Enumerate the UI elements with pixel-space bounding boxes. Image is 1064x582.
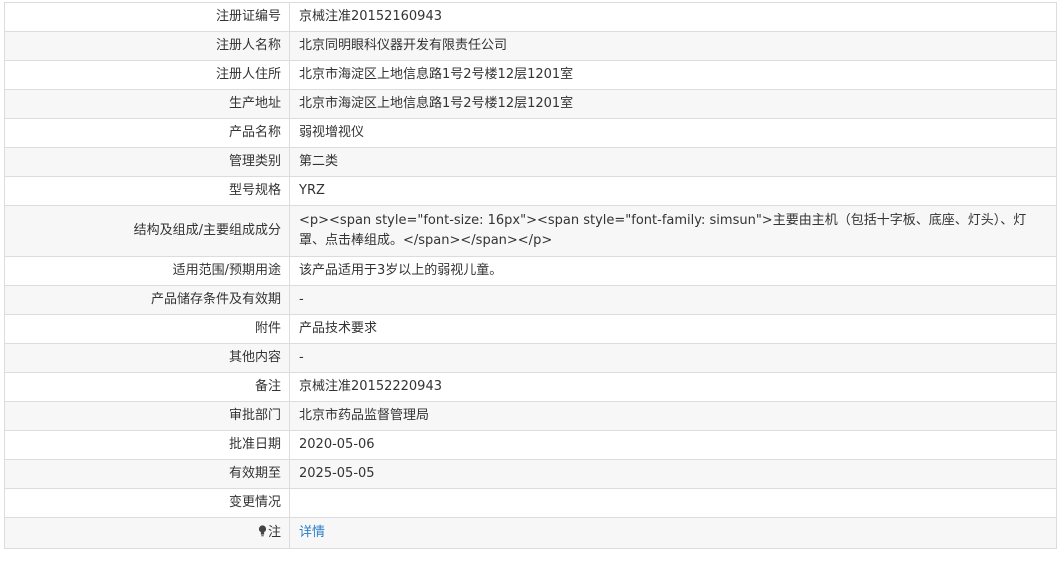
- table-row: 管理类别 第二类: [4, 147, 1057, 177]
- table-row: 批准日期 2020-05-06: [4, 430, 1057, 460]
- row-label-remarks: 备注: [4, 372, 290, 402]
- table-row: 变更情况: [4, 488, 1057, 518]
- table-row: 备注 京械注准20152220943: [4, 372, 1057, 402]
- row-label-note: 注: [4, 517, 290, 549]
- row-label-model-spec: 型号规格: [4, 176, 290, 206]
- table-row: 生产地址 北京市海淀区上地信息路1号2号楼12层1201室: [4, 89, 1057, 119]
- row-value-approval-date: 2020-05-06: [289, 430, 1057, 460]
- row-label-product-name: 产品名称: [4, 118, 290, 148]
- table-row: 注册人住所 北京市海淀区上地信息路1号2号楼12层1201室: [4, 60, 1057, 90]
- row-label-registrant-address: 注册人住所: [4, 60, 290, 90]
- row-label-approval-department: 审批部门: [4, 401, 290, 431]
- table-row: 附件 产品技术要求: [4, 314, 1057, 344]
- table-row: 注册人名称 北京同明眼科仪器开发有限责任公司: [4, 31, 1057, 61]
- row-label-approval-date: 批准日期: [4, 430, 290, 460]
- row-value-model-spec: YRZ: [289, 176, 1057, 206]
- row-value-change-status: [289, 488, 1057, 518]
- lightbulb-icon: [258, 525, 267, 537]
- table-row: 适用范围/预期用途 该产品适用于3岁以上的弱视儿童。: [4, 256, 1057, 286]
- registration-detail-table: 注册证编号 京械注准20152160943 注册人名称 北京同明眼科仪器开发有限…: [4, 2, 1057, 549]
- row-label-valid-until: 有效期至: [4, 459, 290, 489]
- row-label-registration-no: 注册证编号: [4, 2, 290, 32]
- row-value-registrant-address: 北京市海淀区上地信息路1号2号楼12层1201室: [289, 60, 1057, 90]
- row-value-structure-composition: <p><span style="font-size: 16px"><span s…: [289, 205, 1057, 257]
- row-value-other-content: -: [289, 343, 1057, 373]
- table-row: 产品储存条件及有效期 -: [4, 285, 1057, 315]
- row-label-attachment: 附件: [4, 314, 290, 344]
- table-row: 结构及组成/主要组成成分 <p><span style="font-size: …: [4, 205, 1057, 257]
- row-value-attachment: 产品技术要求: [289, 314, 1057, 344]
- row-label-other-content: 其他内容: [4, 343, 290, 373]
- table-row: 有效期至 2025-05-05: [4, 459, 1057, 489]
- table-row: 产品名称 弱视增视仪: [4, 118, 1057, 148]
- table-row: 型号规格 YRZ: [4, 176, 1057, 206]
- row-label-management-category: 管理类别: [4, 147, 290, 177]
- row-label-intended-use: 适用范围/预期用途: [4, 256, 290, 286]
- row-value-storage-validity: -: [289, 285, 1057, 315]
- row-label-structure-composition: 结构及组成/主要组成成分: [4, 205, 290, 257]
- row-label-registrant-name: 注册人名称: [4, 31, 290, 61]
- row-value-remarks: 京械注准20152220943: [289, 372, 1057, 402]
- row-label-change-status: 变更情况: [4, 488, 290, 518]
- table-row: 注册证编号 京械注准20152160943: [4, 2, 1057, 32]
- table-row: 其他内容 -: [4, 343, 1057, 373]
- row-label-storage-validity: 产品储存条件及有效期: [4, 285, 290, 315]
- table-row-note: 注 详情: [4, 517, 1057, 549]
- row-value-registration-no: 京械注准20152160943: [289, 2, 1057, 32]
- row-value-intended-use: 该产品适用于3岁以上的弱视儿童。: [289, 256, 1057, 286]
- table-row: 审批部门 北京市药品监督管理局: [4, 401, 1057, 431]
- row-label-production-address: 生产地址: [4, 89, 290, 119]
- row-value-valid-until: 2025-05-05: [289, 459, 1057, 489]
- row-value-product-name: 弱视增视仪: [289, 118, 1057, 148]
- row-value-note: 详情: [289, 517, 1057, 549]
- row-value-production-address: 北京市海淀区上地信息路1号2号楼12层1201室: [289, 89, 1057, 119]
- row-value-approval-department: 北京市药品监督管理局: [289, 401, 1057, 431]
- row-value-management-category: 第二类: [289, 147, 1057, 177]
- row-value-registrant-name: 北京同明眼科仪器开发有限责任公司: [289, 31, 1057, 61]
- note-label: 注: [267, 525, 281, 540]
- details-link[interactable]: 详情: [299, 525, 325, 540]
